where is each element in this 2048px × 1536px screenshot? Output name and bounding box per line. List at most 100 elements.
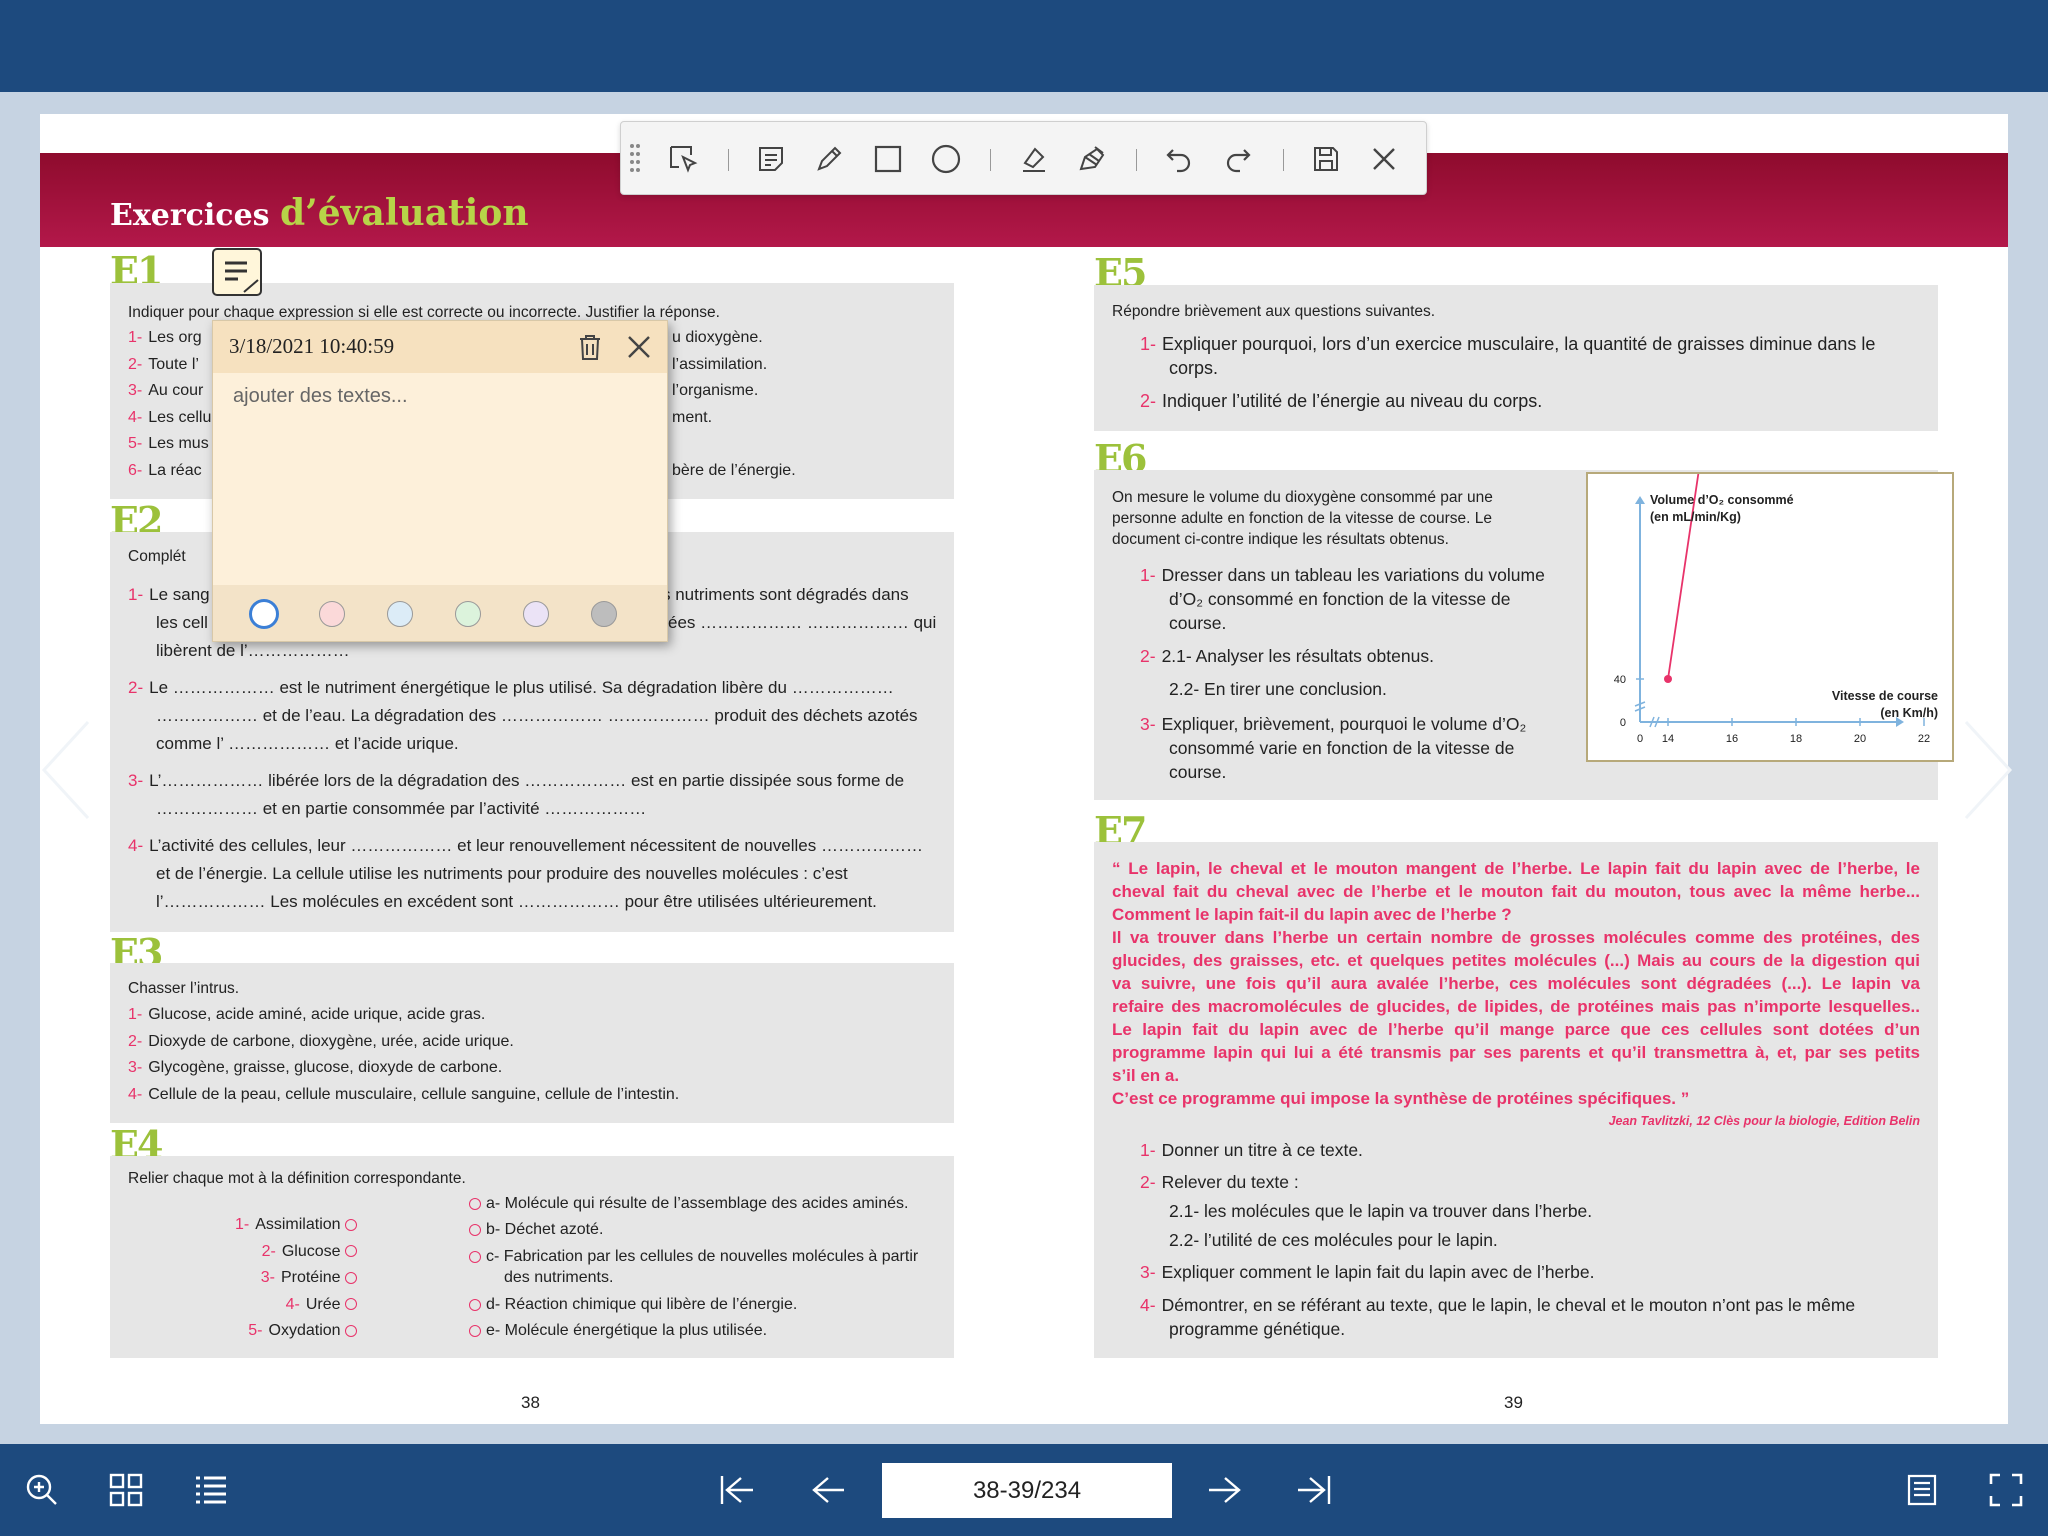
e6-intro: On mesure le volume du dioxygène consomm…	[1112, 489, 1493, 548]
e4-word-connector-icon[interactable]	[345, 1271, 357, 1284]
sticky-note-tool-icon[interactable]	[751, 139, 791, 179]
previous-page-arrow-icon[interactable]	[38, 718, 98, 822]
toolbar-drag-handle-icon[interactable]	[629, 142, 641, 183]
note-color-picker	[213, 585, 667, 641]
e2-q4: 4- L’activité des cellules, leur ……………… e…	[128, 836, 923, 855]
note-color-swatch[interactable]	[591, 601, 617, 627]
e4-definition-text: b- Déchet azoté.	[486, 1221, 604, 1238]
e4-word: 4- Urée	[140, 1291, 357, 1318]
e4-definition-connector-icon[interactable]	[469, 1324, 481, 1337]
previous-page-icon[interactable]	[808, 1470, 848, 1510]
e3-item: 1- Glucose, acide aminé, acide urique, ac…	[128, 1001, 485, 1028]
e3-item-text: Cellule de la peau, cellule musculaire, …	[148, 1085, 680, 1103]
e1-item-start: Les org	[148, 329, 202, 346]
e3-item-number: 1-	[128, 1006, 143, 1023]
e1-item: 2- Toute l’	[128, 351, 199, 378]
e2-q1-line3: libèrent de l’………………	[156, 641, 350, 660]
e7-q1: 1- Donner un titre à ce texte.	[1140, 1140, 1363, 1160]
e1-item-start: La réac	[148, 461, 202, 479]
note-color-swatch[interactable]	[387, 601, 413, 627]
e4-definition-text: des nutriments.	[504, 1269, 614, 1286]
e4-word-number: 3-	[260, 1269, 275, 1286]
note-color-swatch[interactable]	[455, 601, 481, 627]
sticky-note-text-input[interactable]: ajouter des textes...	[233, 385, 408, 408]
e7-quote-line: s’il en a.	[1112, 1066, 1180, 1085]
e1-item-number: 4-	[128, 408, 143, 426]
e1-item-number: 1-	[128, 329, 143, 346]
o2-consumption-chart-svg: 0141618202224040506070Volume d’O₂ consom…	[1614, 0, 1994, 745]
e4-word: 2- Glucose	[140, 1238, 357, 1265]
zoom-in-icon[interactable]	[22, 1470, 62, 1510]
sticky-note-marker-icon[interactable]	[212, 248, 262, 296]
thumbnails-icon[interactable]	[106, 1470, 146, 1510]
e4-definition-text: a- Molécule qui résulte de l’assemblage …	[486, 1195, 909, 1212]
undo-icon[interactable]	[1159, 139, 1199, 179]
e4-word-connector-icon[interactable]	[345, 1324, 357, 1337]
e7-quote-line: Le lapin fait du lapin avec de l’herbe q…	[1112, 1020, 1920, 1039]
e7-quote-line: va suivre, une fois qu’il aura avalée l’…	[1112, 974, 1920, 993]
e2-q2: 2- Le ……………… est le nutriment énergétique…	[128, 678, 894, 697]
close-note-icon[interactable]	[625, 333, 653, 366]
delete-note-icon[interactable]	[577, 333, 603, 366]
e5-q1-line2: corps.	[1169, 358, 1219, 378]
e4-definition-connector-icon[interactable]	[469, 1197, 481, 1210]
e1-item-number: 3-	[128, 382, 143, 399]
e1-item: 5- Les mus	[128, 430, 209, 457]
e3-item-text: Glucose, acide aminé, acide urique, acid…	[148, 1006, 486, 1023]
table-of-contents-icon[interactable]	[191, 1470, 231, 1510]
y-axis-label: Volume d’O₂ consommé	[1650, 493, 1794, 507]
page-number-right: 39	[1504, 1393, 1523, 1412]
e7-quote-line: Il va trouver dans l’herbe un certain no…	[1112, 928, 1920, 947]
e7-source: Jean Tavlitzki, 12 Clès pour la biologie…	[1608, 1114, 1920, 1128]
e7-quote-line: refaire des macromolécules de glucides, …	[1112, 997, 1920, 1016]
e2-q2-line2: ……………… et de l’eau. La dégradation des ……	[156, 706, 918, 725]
x-tick-label: 0	[1637, 733, 1643, 745]
e1-item: 1- Les org	[128, 324, 202, 351]
e4-word-text: Assimilation	[255, 1216, 345, 1233]
notes-list-icon[interactable]	[1902, 1470, 1942, 1510]
e7-q21: 2.1- les molécules que le lapin va trouv…	[1169, 1201, 1593, 1221]
e4-instruction: Relier chaque mot à la définition corres…	[128, 1170, 466, 1187]
page-number-left: 38	[521, 1393, 540, 1412]
e3-item-text: Dioxyde de carbone, dioxygène, urée, aci…	[148, 1032, 514, 1050]
e4-word-connector-icon[interactable]	[345, 1245, 357, 1258]
page-indicator-input[interactable]	[882, 1463, 1172, 1518]
e1-item-start: Les mus	[148, 435, 209, 452]
select-tool-icon[interactable]	[663, 139, 703, 179]
sticky-note[interactable]: 3/18/2021 10:40:59 ajouter des textes...	[212, 320, 668, 642]
next-page-arrow-icon[interactable]	[1956, 718, 2016, 822]
e3-item: 3- Glycogène, graisse, glucose, dioxyde d…	[128, 1054, 502, 1081]
save-icon[interactable]	[1306, 139, 1346, 179]
next-page-icon[interactable]	[1205, 1470, 1245, 1510]
x-tick-label: 16	[1726, 733, 1738, 745]
e1-item-end: u dioxygène.	[672, 329, 763, 346]
e1-item-start: Les cellu	[148, 408, 212, 426]
e4-word-connector-icon[interactable]	[345, 1298, 357, 1311]
last-page-icon[interactable]	[1294, 1470, 1334, 1510]
rectangle-tool-icon[interactable]	[868, 139, 908, 179]
e4-definition-connector-icon[interactable]	[469, 1250, 481, 1263]
e4-word-text: Oxydation	[268, 1322, 345, 1339]
e4-definition-text: d- Réaction chimique qui libère de l’éne…	[486, 1296, 798, 1313]
note-color-swatch[interactable]	[523, 601, 549, 627]
clear-all-tool-icon[interactable]	[1071, 139, 1111, 179]
e4-definition-connector-icon[interactable]	[469, 1223, 481, 1236]
e5-q1: 1- Expliquer pourquoi, lors d’un exercice…	[1140, 334, 1876, 354]
e4-word: 3- Protéine	[140, 1264, 357, 1291]
eraser-tool-icon[interactable]	[1013, 139, 1053, 179]
circle-tool-icon[interactable]	[926, 139, 966, 179]
first-page-icon[interactable]	[717, 1470, 757, 1510]
e1-item: 6- La réac	[128, 457, 202, 484]
redo-icon[interactable]	[1218, 139, 1258, 179]
e7-q3: 3- Expliquer comment le lapin fait du lap…	[1140, 1262, 1595, 1282]
fullscreen-icon[interactable]	[1986, 1470, 2026, 1510]
e1-item-start: Au cour	[148, 382, 204, 399]
note-color-swatch[interactable]	[319, 601, 345, 627]
pen-tool-icon[interactable]	[809, 139, 849, 179]
y-tick-label: 40	[1614, 674, 1626, 686]
e4-word-connector-icon[interactable]	[345, 1218, 357, 1231]
e4-definition-connector-icon[interactable]	[469, 1298, 481, 1311]
close-toolbar-icon[interactable]	[1364, 139, 1404, 179]
y-tick-label: 0	[1620, 717, 1626, 729]
note-color-swatch[interactable]	[249, 599, 279, 629]
